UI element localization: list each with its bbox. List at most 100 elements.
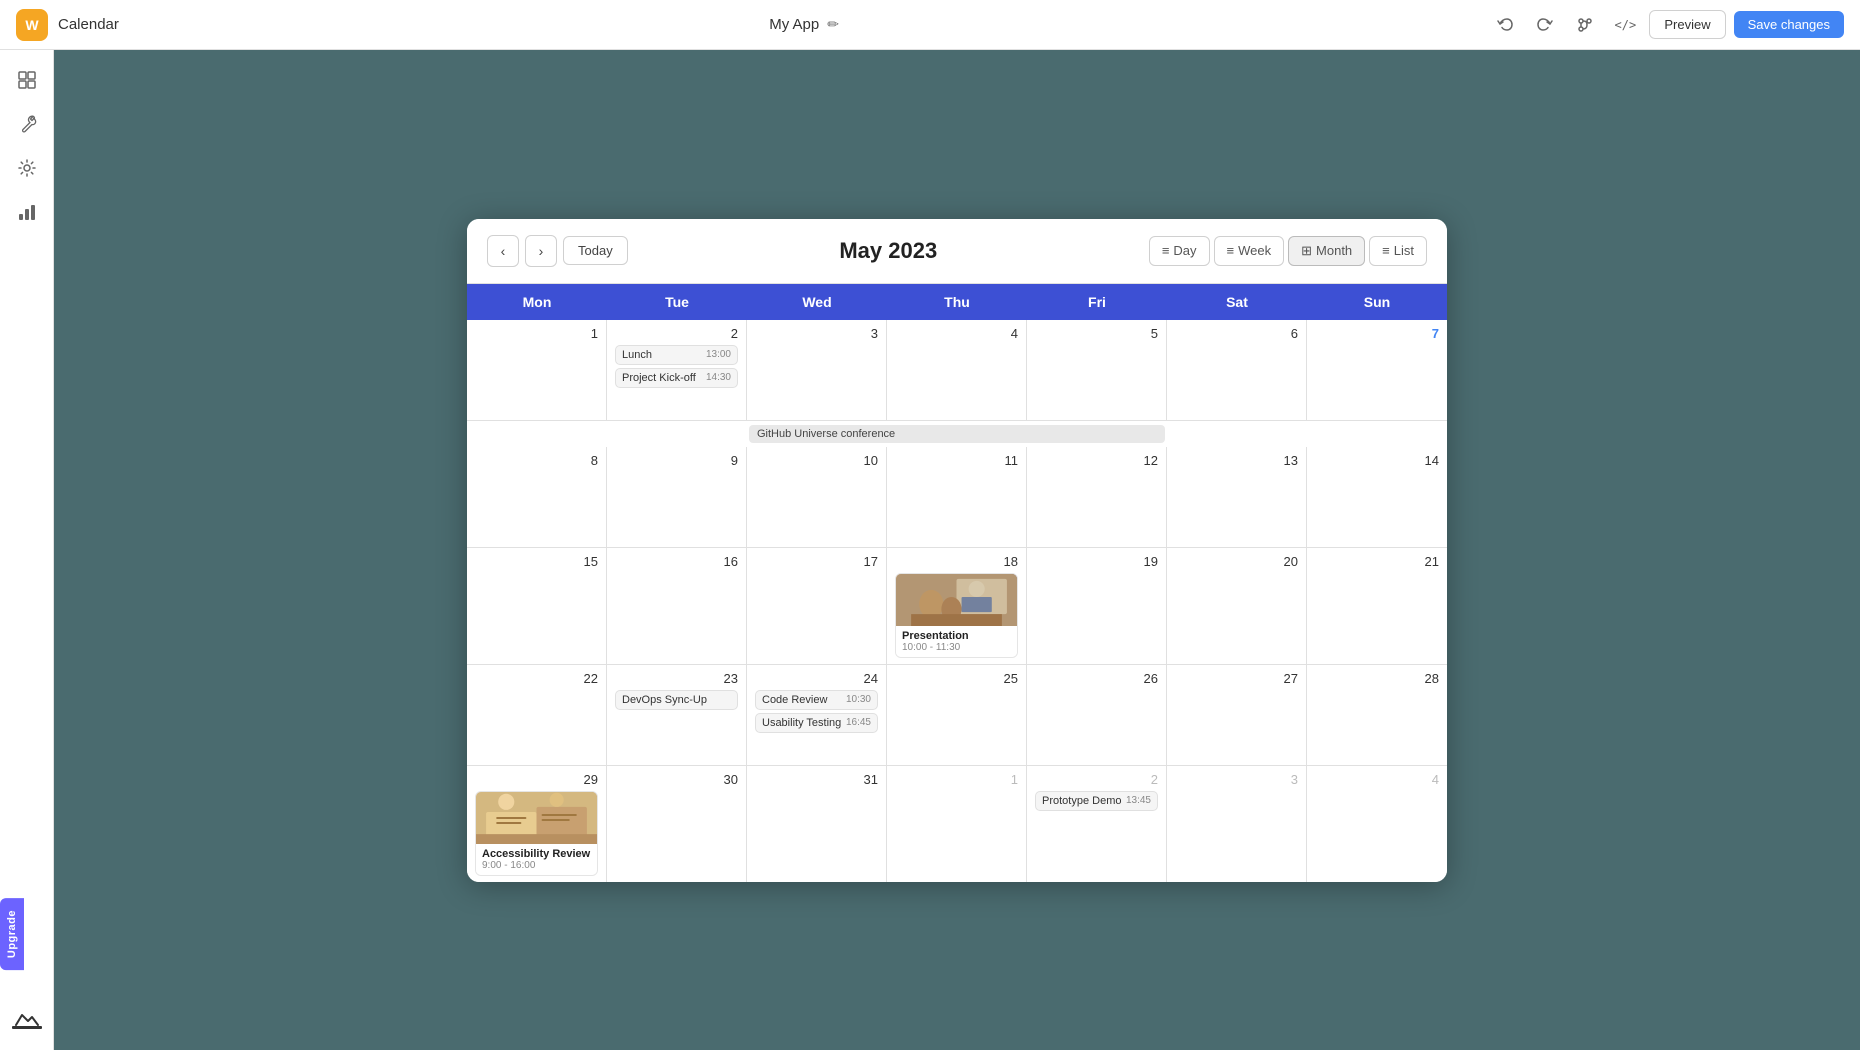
date-4: 4 — [895, 326, 1018, 341]
week-view-icon: ≡ — [1227, 243, 1235, 258]
cell-may-31[interactable]: 31 — [747, 766, 887, 882]
topbar-right: </> Preview Save changes — [1489, 9, 1844, 41]
cell-jun-1[interactable]: 1 — [887, 766, 1027, 882]
cell-may-29[interactable]: 29 — [467, 766, 607, 882]
header-thu: Thu — [887, 284, 1027, 320]
span-empty-1 — [467, 423, 747, 445]
sidebar-footer — [9, 1010, 45, 1038]
day-view-label: Day — [1173, 243, 1196, 258]
calendar-header: ‹ › Today May 2023 ≡ Day ≡ Week ⊞ — [467, 219, 1447, 283]
cell-may-26[interactable]: 26 — [1027, 665, 1167, 765]
next-month-button[interactable]: › — [525, 235, 557, 267]
cell-may-10[interactable]: 10 — [747, 447, 887, 547]
branch-icon[interactable] — [1569, 9, 1601, 41]
event-prototype-demo[interactable]: Prototype Demo 13:45 — [1035, 791, 1158, 811]
undo-button[interactable] — [1489, 9, 1521, 41]
cell-jun-2[interactable]: 2 Prototype Demo 13:45 — [1027, 766, 1167, 882]
presentation-card-body: Presentation 10:00 - 11:30 — [896, 626, 1017, 657]
cell-may-8[interactable]: 8 — [467, 447, 607, 547]
cell-jun-4[interactable]: 4 — [1307, 766, 1447, 882]
cell-may-9[interactable]: 9 — [607, 447, 747, 547]
event-lunch[interactable]: Lunch 13:00 — [615, 345, 738, 365]
cell-may-21[interactable]: 21 — [1307, 548, 1447, 664]
cell-may-12[interactable]: 12 — [1027, 447, 1167, 547]
redo-button[interactable] — [1529, 9, 1561, 41]
cell-may-1[interactable]: 1 — [467, 320, 607, 420]
date-jun-4: 4 — [1315, 772, 1439, 787]
cell-may-7[interactable]: 7 — [1307, 320, 1447, 420]
cell-may-27[interactable]: 27 — [1167, 665, 1307, 765]
event-accessibility-review[interactable]: Accessibility Review 9:00 - 16:00 — [475, 791, 598, 876]
list-view-label: List — [1394, 243, 1414, 258]
cell-may-6[interactable]: 6 — [1167, 320, 1307, 420]
code-icon[interactable]: </> — [1609, 9, 1641, 41]
view-list-button[interactable]: ≡ List — [1369, 236, 1427, 266]
preview-button[interactable]: Preview — [1649, 10, 1725, 39]
date-28: 28 — [1315, 671, 1439, 686]
cell-may-11[interactable]: 11 — [887, 447, 1027, 547]
date-30: 30 — [615, 772, 738, 787]
month-view-label: Month — [1316, 243, 1352, 258]
cell-may-15[interactable]: 15 — [467, 548, 607, 664]
date-jun-2: 2 — [1035, 772, 1158, 787]
date-1: 1 — [475, 326, 598, 341]
sidebar-item-tools[interactable] — [9, 106, 45, 142]
app-logo: W — [16, 9, 48, 41]
view-week-button[interactable]: ≡ Week — [1214, 236, 1285, 266]
event-devops-syncup[interactable]: DevOps Sync-Up — [615, 690, 738, 710]
event-usability-testing[interactable]: Usability Testing 16:45 — [755, 713, 878, 733]
cell-may-14[interactable]: 14 — [1307, 447, 1447, 547]
week-2-container: GitHub Universe conference 8 9 10 — [467, 421, 1447, 548]
event-code-review[interactable]: Code Review 10:30 — [755, 690, 878, 710]
cell-may-18[interactable]: 18 — [887, 548, 1027, 664]
cell-may-16[interactable]: 16 — [607, 548, 747, 664]
date-21: 21 — [1315, 554, 1439, 569]
presentation-img-bg — [896, 574, 1017, 626]
cell-may-28[interactable]: 28 — [1307, 665, 1447, 765]
upgrade-tab[interactable]: Upgrade — [0, 898, 24, 970]
accessibility-img-bg — [476, 792, 597, 844]
date-6: 6 — [1175, 326, 1298, 341]
date-19: 19 — [1035, 554, 1158, 569]
event-project-kickoff[interactable]: Project Kick-off 14:30 — [615, 368, 738, 388]
cell-may-22[interactable]: 22 — [467, 665, 607, 765]
date-17: 17 — [755, 554, 878, 569]
span-empty-2 — [1167, 423, 1447, 445]
view-month-button[interactable]: ⊞ Month — [1288, 236, 1365, 266]
date-27: 27 — [1175, 671, 1298, 686]
day-view-icon: ≡ — [1162, 243, 1170, 258]
calendar: ‹ › Today May 2023 ≡ Day ≡ Week ⊞ — [467, 219, 1447, 882]
edit-icon[interactable]: ✏ — [827, 16, 839, 33]
sidebar-item-analytics[interactable] — [9, 194, 45, 230]
github-universe-event[interactable]: GitHub Universe conference — [749, 425, 1165, 443]
cell-may-13[interactable]: 13 — [1167, 447, 1307, 547]
cell-may-23[interactable]: 23 DevOps Sync-Up — [607, 665, 747, 765]
calendar-grid: Mon Tue Wed Thu Fri Sat Sun 1 2 — [467, 283, 1447, 882]
date-23: 23 — [615, 671, 738, 686]
view-day-button[interactable]: ≡ Day — [1149, 236, 1210, 266]
cell-may-30[interactable]: 30 — [607, 766, 747, 882]
cell-jun-3[interactable]: 3 — [1167, 766, 1307, 882]
cell-may-3[interactable]: 3 — [747, 320, 887, 420]
sidebar-item-settings[interactable] — [9, 150, 45, 186]
cell-may-24[interactable]: 24 Code Review 10:30 Usability Testing 1… — [747, 665, 887, 765]
cell-may-4[interactable]: 4 — [887, 320, 1027, 420]
week-view-label: Week — [1238, 243, 1271, 258]
cell-may-20[interactable]: 20 — [1167, 548, 1307, 664]
cell-may-17[interactable]: 17 — [747, 548, 887, 664]
week-4: 22 23 DevOps Sync-Up 24 Code Review 10:3… — [467, 665, 1447, 766]
sidebar-item-dashboard[interactable] — [9, 62, 45, 98]
prev-month-button[interactable]: ‹ — [487, 235, 519, 267]
date-3: 3 — [755, 326, 878, 341]
save-button[interactable]: Save changes — [1734, 11, 1844, 38]
cell-may-2[interactable]: 2 Lunch 13:00 Project Kick-off 14:30 — [607, 320, 747, 420]
cell-may-19[interactable]: 19 — [1027, 548, 1167, 664]
date-7: 7 — [1315, 326, 1439, 341]
cell-may-25[interactable]: 25 — [887, 665, 1027, 765]
today-button[interactable]: Today — [563, 236, 628, 265]
month-title: May 2023 — [839, 238, 937, 264]
event-presentation[interactable]: Presentation 10:00 - 11:30 — [895, 573, 1018, 658]
cell-may-5[interactable]: 5 — [1027, 320, 1167, 420]
week-5: 29 — [467, 766, 1447, 882]
presentation-image — [896, 574, 1017, 626]
